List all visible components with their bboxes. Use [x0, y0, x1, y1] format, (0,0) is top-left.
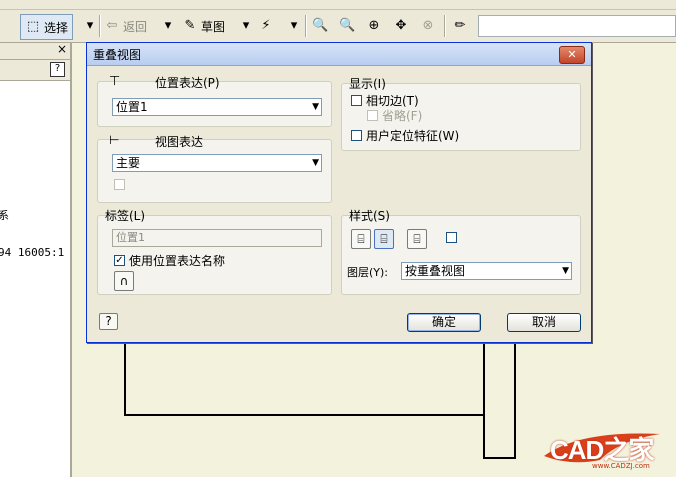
- use-name-checkbox[interactable]: ✓: [114, 255, 125, 266]
- sketch-icon: ✎: [184, 18, 196, 33]
- browser-panel: × ? 系 94 16005:1: [0, 42, 72, 477]
- zoom-all-icon: 🔍: [312, 18, 329, 33]
- back-label: 返回: [123, 19, 148, 34]
- lightning-dropdown-button[interactable]: ▾: [286, 14, 302, 38]
- drawing-line: [124, 341, 126, 416]
- style-hidden-lines-button[interactable]: ⌸: [351, 229, 371, 249]
- pan-button[interactable]: ✥: [393, 14, 409, 38]
- help-icon[interactable]: ?: [50, 62, 65, 77]
- color-button[interactable]: ✏: [452, 14, 468, 38]
- browser-header: ×: [0, 42, 70, 60]
- label-format-icon: ∩: [119, 274, 129, 288]
- style-checkbox[interactable]: [446, 232, 457, 243]
- label-format-button[interactable]: ∩: [114, 271, 134, 291]
- view-rep-label: 视图表达: [155, 135, 204, 149]
- style-shaded-button[interactable]: ⌸: [407, 229, 427, 249]
- user-features-checkbox[interactable]: [351, 130, 362, 141]
- view-rep-icon: ⊢: [109, 133, 120, 147]
- dialog-close-button[interactable]: ✕: [559, 46, 585, 64]
- chevron-down-icon: ▾: [242, 18, 250, 33]
- toolbar-separator: [305, 15, 307, 37]
- toolbar-separator: [444, 15, 446, 37]
- style-group: [341, 215, 581, 295]
- browser-toolbar: ?: [0, 60, 70, 81]
- display-label: 显示(I): [349, 77, 386, 91]
- cylinder-shaded-icon: ⌸: [413, 232, 421, 246]
- style-label: 样式(S): [349, 209, 390, 223]
- zoom-icon: ⊕: [368, 18, 380, 33]
- shorten-label: 省略(F): [382, 109, 423, 123]
- drawing-line: [483, 457, 516, 459]
- select-cursor-icon: ⬚: [26, 19, 40, 34]
- ok-button[interactable]: 确定: [407, 313, 481, 332]
- sketch-button[interactable]: ✎ 草图: [182, 14, 225, 38]
- user-features-label: 用户定位特征(W): [366, 129, 460, 143]
- chevron-down-icon: ▼: [562, 266, 569, 276]
- lightning-icon: ⚡: [261, 18, 271, 33]
- position-rep-icon: ⊤: [109, 74, 121, 89]
- zoom-selected-icon: ⊗: [422, 18, 434, 33]
- paint-icon: ✏: [454, 18, 466, 33]
- chevron-down-icon: ▾: [86, 18, 94, 33]
- drawing-line: [514, 341, 516, 459]
- style-no-hidden-button[interactable]: ⌸: [374, 229, 394, 249]
- browser-text-2: 94 16005:1: [0, 246, 65, 259]
- layer-value: 按重叠视图: [405, 264, 466, 278]
- dialog-titlebar: 重叠视图 ✕: [87, 43, 591, 66]
- position-rep-value: 位置1: [116, 100, 148, 114]
- overlay-view-dialog: 重叠视图 ✕ ⊤ 位置表达(P) 位置1 ▼ ⊢ 视图表达 主要 ▼ 显示(I)…: [86, 42, 592, 343]
- position-rep-label: 位置表达(P): [155, 76, 220, 90]
- drawing-line: [483, 341, 485, 459]
- view-rep-value: 主要: [116, 156, 141, 170]
- zoom-window-icon: 🔍: [339, 18, 356, 33]
- pan-icon: ✥: [395, 18, 407, 33]
- chevron-down-icon: ▼: [312, 158, 319, 168]
- back-dropdown-button[interactable]: ▾: [160, 14, 176, 38]
- main-toolbar: ⬚ 选择 ▾ ⇦ 返回 ▾ ✎ 草图 ▾ ⚡ ▾ 🔍 🔍 ⊕ ✥ ⊗ ✏: [0, 10, 676, 43]
- layer-select[interactable]: 按重叠视图 ▼: [401, 262, 572, 280]
- close-icon[interactable]: ×: [57, 42, 67, 56]
- sketch-label: 草图: [201, 19, 226, 34]
- sketch-dropdown-button[interactable]: ▾: [238, 14, 254, 38]
- help-icon: ?: [105, 314, 112, 328]
- select-label: 选择: [44, 20, 69, 35]
- select-dropdown-button[interactable]: ▾: [82, 14, 98, 38]
- chevron-down-icon: ▼: [312, 102, 319, 112]
- browser-text-1: 系: [0, 209, 9, 222]
- drawing-line: [124, 414, 484, 416]
- cylinder-icon: ⌸: [380, 232, 388, 246]
- cylinder-hidden-icon: ⌸: [357, 232, 365, 246]
- dialog-help-button[interactable]: ?: [99, 313, 118, 330]
- chevron-down-icon: ▾: [290, 18, 298, 33]
- lightning-button[interactable]: ⚡: [258, 14, 274, 38]
- watermark-url: www.CADZJ.com: [592, 462, 650, 470]
- toolbar-separator: [99, 15, 101, 37]
- watermark-logo: CAD之家 www.CADZJ.com: [540, 426, 670, 470]
- shorten-checkbox[interactable]: [367, 110, 378, 121]
- dialog-title: 重叠视图: [93, 48, 142, 62]
- tangent-edges-checkbox[interactable]: [351, 95, 362, 106]
- select-button[interactable]: ⬚ 选择: [20, 14, 74, 40]
- cancel-button[interactable]: 取消: [507, 313, 581, 332]
- zoom-window-button[interactable]: 🔍: [339, 14, 355, 38]
- label-text-field[interactable]: 位置1: [112, 229, 322, 247]
- menu-bar: [0, 0, 676, 10]
- use-name-label: 使用位置表达名称: [129, 254, 226, 268]
- view-rep-checkbox[interactable]: [114, 179, 125, 190]
- style-combo[interactable]: [478, 15, 676, 37]
- zoom-selected-button[interactable]: ⊗: [420, 14, 436, 38]
- view-rep-select[interactable]: 主要 ▼: [112, 154, 322, 172]
- position-rep-select[interactable]: 位置1 ▼: [112, 98, 322, 116]
- back-arrow-icon: ⇦: [106, 18, 118, 33]
- zoom-all-button[interactable]: 🔍: [312, 14, 328, 38]
- zoom-button[interactable]: ⊕: [366, 14, 382, 38]
- layer-label: 图层(Y):: [347, 266, 389, 279]
- label-group-label: 标签(L): [105, 209, 146, 223]
- back-button[interactable]: ⇦ 返回: [104, 14, 147, 38]
- chevron-down-icon: ▾: [164, 18, 172, 33]
